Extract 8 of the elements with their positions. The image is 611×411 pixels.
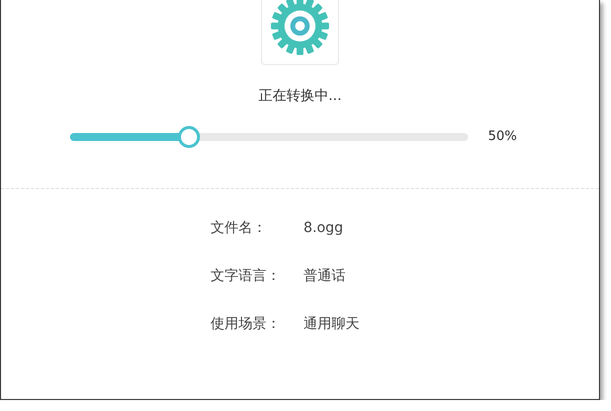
detail-value: 普通话 [304, 267, 346, 285]
detail-value: 8.ogg [304, 219, 344, 237]
detail-label: 文字语言： [210, 267, 282, 285]
progress-percent: 50% [488, 129, 517, 144]
status-text: 正在转换中... [258, 87, 342, 105]
detail-label: 使用场景： [210, 315, 282, 333]
detail-value: 通用聊天 [304, 315, 360, 333]
detail-label: 文件名： [210, 219, 268, 237]
